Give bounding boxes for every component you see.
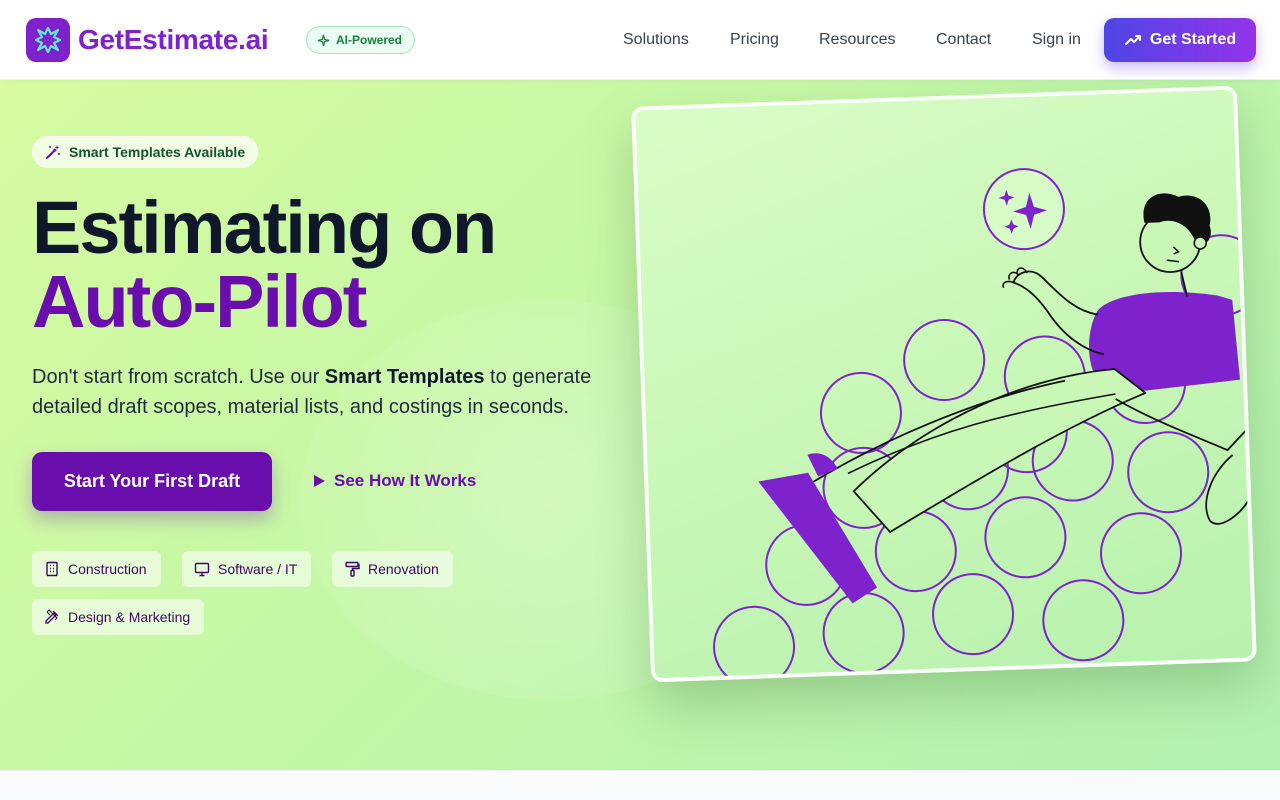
hero-title-line2: Auto-Pilot [32, 260, 367, 343]
industry-chip-renovation[interactable]: Renovation [332, 551, 453, 587]
next-section-edge [0, 770, 1280, 800]
industry-chip-construction[interactable]: Construction [32, 551, 161, 587]
nav-contact[interactable]: Contact [936, 29, 991, 51]
nav-pricing[interactable]: Pricing [730, 29, 779, 51]
smart-templates-badge: Smart Templates Available [32, 136, 259, 168]
hero-title-line1: Estimating on [32, 186, 497, 269]
hero-section: Smart Templates Available Estimating on … [0, 80, 1280, 770]
monitor-icon [194, 562, 210, 577]
industry-chip-label: Renovation [368, 561, 439, 577]
hero-subtitle-bold: Smart Templates [324, 366, 485, 388]
see-how-it-works-link[interactable]: See How It Works [312, 470, 476, 492]
brand-name[interactable]: GetEstimate.ai [78, 22, 269, 58]
get-started-button[interactable]: Get Started [1104, 18, 1256, 62]
play-icon [314, 475, 325, 487]
sparkles-icon [317, 34, 330, 46]
smart-templates-label: Smart Templates Available [69, 144, 246, 160]
ai-powered-label: AI-Powered [336, 33, 403, 47]
pencil-ruler-icon [45, 609, 59, 624]
ai-powered-badge: AI-Powered [306, 26, 416, 54]
paint-roller-icon [345, 561, 360, 577]
get-started-label: Get Started [1149, 31, 1237, 48]
industry-chip-label: Software / IT [218, 561, 298, 577]
logo-icon[interactable] [26, 18, 70, 62]
industry-chip-design-marketing[interactable]: Design & Marketing [32, 599, 205, 635]
industry-chip-software-it[interactable]: Software / IT [182, 551, 312, 587]
nav-resources[interactable]: Resources [819, 29, 895, 51]
building-icon [46, 561, 58, 577]
start-first-draft-button[interactable]: Start Your First Draft [32, 452, 272, 511]
hero-subtitle-part1: Don't start from scratch. Use our [32, 366, 325, 388]
industry-chip-label: Construction [68, 561, 147, 577]
magic-wand-icon [46, 145, 60, 159]
top-navigation-bar: GetEstimate.ai AI-Powered Solutions Pric… [0, 0, 1280, 80]
hero-illustration-card [631, 85, 1257, 683]
nav-sign-in[interactable]: Sign in [1032, 29, 1081, 51]
nav-solutions[interactable]: Solutions [623, 29, 689, 51]
trending-up-icon [1124, 35, 1141, 45]
see-how-it-works-label: See How It Works [334, 471, 477, 490]
hero-subtitle: Don't start from scratch. Use our Smart … [32, 362, 632, 422]
hero-illustration [713, 168, 1257, 683]
industry-chip-label: Design & Marketing [68, 609, 191, 625]
sparkle-badge [982, 168, 1065, 251]
